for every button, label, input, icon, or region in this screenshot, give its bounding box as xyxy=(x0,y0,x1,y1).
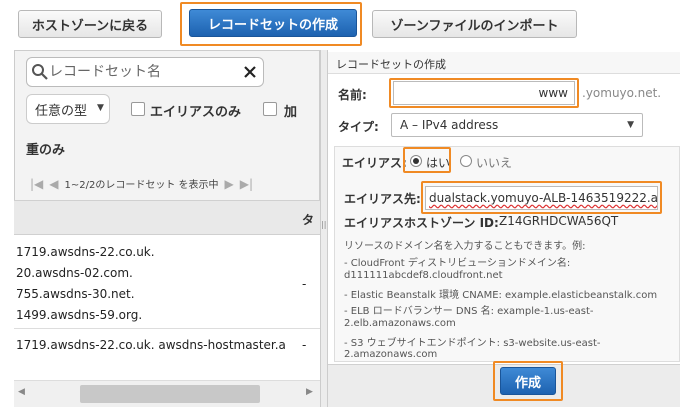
record-type-value: A – IPv4 address xyxy=(400,118,499,132)
alias-no-radio[interactable] xyxy=(460,155,472,167)
alias-label: エイリアス: xyxy=(342,156,407,170)
record-type-select[interactable]: A – IPv4 address ▼ xyxy=(391,113,643,137)
help-text-line: 2.amazonaws.com xyxy=(344,349,438,360)
first-page-icon[interactable]: |◀ xyxy=(30,177,43,191)
search-icon xyxy=(32,64,48,80)
type-label: タイプ: xyxy=(338,120,379,134)
record-set-search-box[interactable] xyxy=(26,57,264,87)
column-header-type[interactable]: タ xyxy=(302,211,314,228)
back-to-hosted-zones-button[interactable]: ホストゾーンに戻る xyxy=(18,10,162,38)
table-row[interactable]: 1719.awsdns-22.co.uk. 20.awsdns-02.com. … xyxy=(14,235,320,329)
help-text-line: 2.elb.amazonaws.com xyxy=(344,318,456,329)
alias-zone-label: エイリアスホストゾーン ID: xyxy=(344,216,499,230)
scrollbar-thumb[interactable] xyxy=(80,385,260,403)
name-label: 名前: xyxy=(338,88,367,102)
help-text-line: - S3 ウェブサイトエンドポイント: s3-website.us-east- xyxy=(344,338,601,349)
clear-search-icon[interactable] xyxy=(243,65,257,79)
alias-only-checkbox[interactable] xyxy=(131,102,145,116)
help-text-line: d111111abcdef8.cloudfront.net xyxy=(344,270,503,281)
row-value-line: 20.awsdns-02.com. xyxy=(16,266,133,280)
pagination-text: 1~2/2のレコードセット を表示中 xyxy=(64,180,219,191)
domain-suffix: .yomuyo.net. xyxy=(582,86,662,100)
row-value-line: 1719.awsdns-22.co.uk. xyxy=(16,245,155,259)
row-type: - xyxy=(302,277,307,291)
scroll-right-icon[interactable]: ▶ xyxy=(306,387,313,397)
table-header: タ xyxy=(14,200,320,235)
record-set-table: 1719.awsdns-22.co.uk. 20.awsdns-02.com. … xyxy=(14,235,320,380)
weighted-only-label-part1: 加 xyxy=(284,105,298,120)
chevron-down-icon: ▼ xyxy=(97,103,104,113)
name-field-highlight xyxy=(389,78,579,108)
pagination: |◀ ◀ 1~2/2のレコードセット を表示中 ▶ ▶| xyxy=(30,176,253,192)
help-text-line: リソースのドメイン名を入力することもできます。例: xyxy=(344,241,586,252)
chevron-down-icon: ▼ xyxy=(627,120,634,130)
help-text-line: - Elastic Beanstalk 環境 CNAME: example.el… xyxy=(344,290,658,301)
row-value-line: 1719.awsdns-22.co.uk. awsdns-hostmaster.… xyxy=(16,338,286,352)
row-value-line: 755.awsdns-30.net. xyxy=(16,287,135,301)
search-input[interactable] xyxy=(49,62,239,82)
table-row[interactable]: 1719.awsdns-22.co.uk. awsdns-hostmaster.… xyxy=(14,330,320,364)
create-record-set-highlight xyxy=(180,2,362,46)
alias-target-highlight xyxy=(421,181,662,214)
resize-handle-icon[interactable]: || xyxy=(321,220,326,229)
weighted-only-label-part2: 重のみ xyxy=(26,143,66,158)
horizontal-scrollbar[interactable]: ◀ ▶ xyxy=(14,380,320,407)
alias-target-label: エイリアス先: xyxy=(344,192,421,206)
panel-divider[interactable]: || xyxy=(320,50,328,407)
help-text-line: - ELB ロードバランサー DNS 名: example-1.us-east- xyxy=(344,306,594,317)
prev-page-icon[interactable]: ◀ xyxy=(49,177,58,191)
weighted-only-checkbox[interactable] xyxy=(263,102,277,116)
help-text-line: - CloudFront ディストリビューションドメイン名: xyxy=(344,258,571,269)
type-filter-value: 任意の型 xyxy=(35,103,88,119)
alias-zone-value: Z14GRHDCWA56QT xyxy=(499,214,619,228)
row-type: - xyxy=(302,338,307,352)
import-zone-file-button[interactable]: ゾーンファイルのインポート xyxy=(372,10,577,38)
alias-only-label: エイリアスのみ xyxy=(150,105,242,120)
next-page-icon[interactable]: ▶ xyxy=(225,177,234,191)
alias-no-label: いいえ xyxy=(476,156,513,170)
panel-title: レコードセットの作成 xyxy=(328,52,680,74)
row-value-line: 1499.awsdns-59.org. xyxy=(16,308,143,322)
last-page-icon[interactable]: ▶| xyxy=(240,177,253,191)
scroll-left-icon[interactable]: ◀ xyxy=(18,387,25,397)
alias-yes-highlight xyxy=(403,147,451,173)
type-filter-select[interactable]: 任意の型 ▼ xyxy=(26,94,110,124)
create-submit-highlight xyxy=(493,361,563,401)
